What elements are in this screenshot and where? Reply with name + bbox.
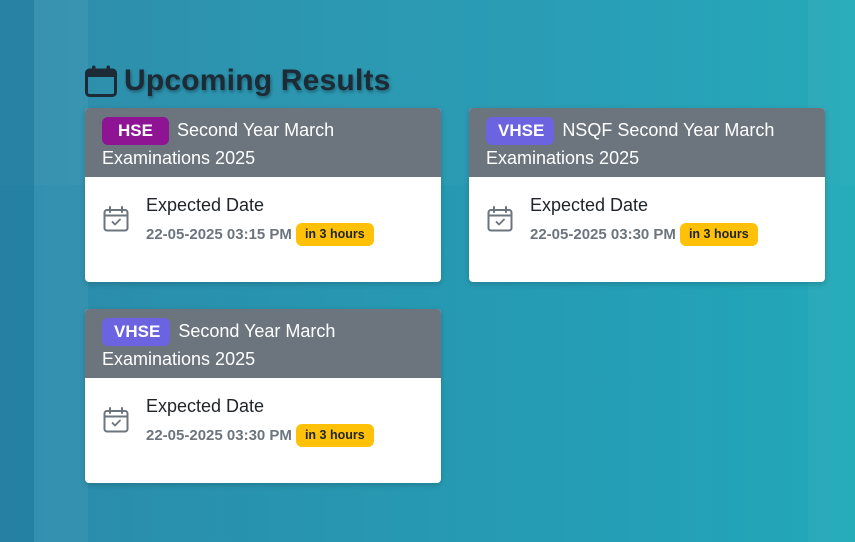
result-card[interactable]: VHSE Second Year March Examinations 2025… [85, 309, 441, 483]
stream-badge: VHSE [102, 318, 171, 346]
expected-date-label: Expected Date [530, 195, 649, 215]
card-body: Expected Date 22-05-2025 03:15 PM in 3 h… [85, 177, 441, 282]
expected-date-label: Expected Date [146, 396, 265, 416]
expected-date-label: Expected Date [146, 195, 265, 215]
relative-time-badge: in 3 hours [295, 223, 374, 246]
stream-badge: VHSE [486, 117, 555, 145]
section-heading: Upcoming Results [84, 64, 391, 98]
card-body: Expected Date 22-05-2025 03:30 PM in 3 h… [85, 378, 441, 483]
date-row: 22-05-2025 03:15 PM in 3 hours [146, 223, 374, 246]
background-band [832, 0, 855, 542]
page-title: Upcoming Results [124, 64, 391, 97]
expected-date-value: 22-05-2025 03:15 PM [146, 226, 292, 243]
stream-badge: HSE [102, 117, 169, 145]
calendar-check-icon [102, 406, 130, 434]
date-row: 22-05-2025 03:30 PM in 3 hours [146, 424, 374, 447]
result-card[interactable]: VHSE NSQF Second Year March Examinations… [469, 108, 825, 282]
result-card[interactable]: HSE Second Year March Examinations 2025 … [85, 108, 441, 282]
card-header: VHSE NSQF Second Year March Examinations… [469, 108, 825, 177]
calendar-check-icon [486, 205, 514, 233]
background-band [0, 0, 34, 542]
background-band [34, 0, 88, 542]
calendar-icon [84, 64, 118, 98]
expected-date-value: 22-05-2025 03:30 PM [530, 226, 676, 243]
expected-date-value: 22-05-2025 03:30 PM [146, 427, 292, 444]
card-header: VHSE Second Year March Examinations 2025 [85, 309, 441, 378]
card-body: Expected Date 22-05-2025 03:30 PM in 3 h… [469, 177, 825, 282]
relative-time-badge: in 3 hours [295, 424, 374, 447]
relative-time-badge: in 3 hours [679, 223, 758, 246]
card-header: HSE Second Year March Examinations 2025 [85, 108, 441, 177]
calendar-check-icon [102, 205, 130, 233]
date-row: 22-05-2025 03:30 PM in 3 hours [530, 223, 758, 246]
